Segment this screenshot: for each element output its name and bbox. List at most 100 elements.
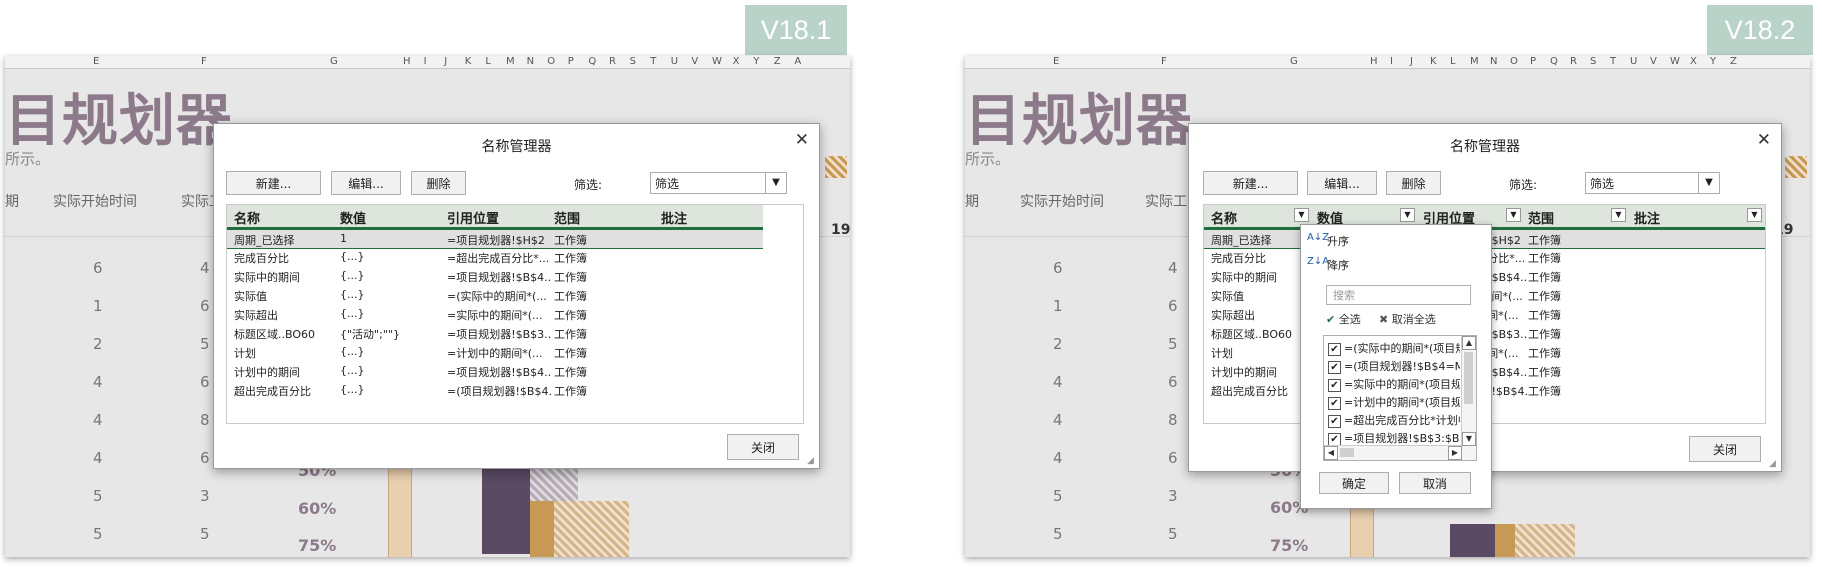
search-input[interactable]: 搜索 — [1326, 285, 1471, 305]
column-letter[interactable]: T — [1610, 56, 1616, 68]
column-letter[interactable]: Y — [753, 56, 759, 68]
column-letter[interactable]: N — [527, 56, 534, 68]
col-ref-header[interactable]: 引用位置 — [447, 208, 499, 227]
name-row[interactable]: 周期_已选择 1 =项目规划器!$H$2 工作簿 — [227, 229, 763, 249]
checklist-item[interactable]: ✔=计划中的期间*(项目规划 — [1328, 394, 1460, 412]
column-letter[interactable]: V — [691, 56, 698, 68]
checkbox-checked-icon[interactable]: ✔ — [1328, 414, 1341, 428]
col-scope-header[interactable]: 范围 — [1528, 208, 1554, 227]
column-letter[interactable]: U — [671, 56, 678, 68]
cell-value[interactable]: 6 — [1168, 449, 1178, 467]
horizontal-scrollbar[interactable]: ◀ ▶ — [1324, 445, 1462, 460]
column-letter[interactable]: X — [733, 56, 740, 68]
resize-grip-icon[interactable]: ◢ — [1769, 459, 1779, 469]
scroll-thumb[interactable] — [1464, 352, 1473, 404]
column-letter[interactable]: E — [93, 56, 99, 68]
name-row[interactable]: 计划中的期间 {...} =项目规划器!$B$4...工作簿 — [227, 362, 803, 380]
checkbox-checked-icon[interactable]: ✔ — [1328, 342, 1341, 356]
cell-value[interactable]: 5 — [93, 525, 103, 543]
column-letter[interactable]: M — [1470, 56, 1479, 68]
names-list[interactable]: 名称 数值 引用位置 范围 批注 周期_已选择 1 =项目规划器!$H$2 工作簿 完成… — [226, 204, 804, 424]
cell-value[interactable]: 6 — [93, 259, 103, 277]
filter-arrow-icon[interactable]: ▼ — [1294, 208, 1309, 222]
scroll-right-icon[interactable]: ▶ — [1448, 446, 1462, 460]
column-letter[interactable]: H — [403, 56, 411, 68]
column-letter[interactable]: U — [1630, 56, 1637, 68]
column-letter[interactable]: I — [1390, 56, 1393, 68]
cell-value[interactable]: 3 — [200, 487, 210, 505]
name-row[interactable]: 计划 {...} =计划中的期间*(... 工作簿 — [227, 343, 803, 361]
cell-value[interactable]: 4 — [1053, 449, 1063, 467]
column-letter[interactable]: F — [1161, 56, 1167, 68]
column-letter[interactable]: N — [1490, 56, 1497, 68]
delete-button[interactable]: 删除 — [1386, 171, 1441, 195]
column-letter[interactable]: Y — [1710, 56, 1716, 68]
column-letter[interactable]: Q — [1550, 56, 1558, 68]
column-letter[interactable]: T — [650, 56, 656, 68]
cell-value[interactable]: 4 — [200, 259, 210, 277]
filter-arrow-icon[interactable]: ▼ — [1506, 208, 1521, 222]
cell-value[interactable]: 5 — [1168, 525, 1178, 543]
filter-select[interactable]: 筛选 ▼ — [650, 172, 787, 194]
column-letter[interactable]: Z — [1730, 56, 1737, 68]
column-letter[interactable]: W — [712, 56, 722, 68]
column-letter[interactable]: E — [1053, 56, 1059, 68]
column-letter[interactable]: O — [1510, 56, 1518, 68]
column-letter[interactable]: V — [1650, 56, 1657, 68]
column-letter[interactable]: G — [1290, 56, 1298, 68]
cell-value[interactable]: 6 — [1053, 259, 1063, 277]
column-letter[interactable]: X — [1690, 56, 1697, 68]
cell-value[interactable]: 6 — [1168, 373, 1178, 391]
checkbox-checked-icon[interactable]: ✔ — [1328, 432, 1341, 446]
col-comment-header[interactable]: 批注 — [1634, 208, 1660, 227]
cell-value[interactable]: 2 — [1053, 335, 1063, 353]
cell-value[interactable]: 6 — [200, 449, 210, 467]
value-checklist[interactable]: ✔=(实际中的期间*(项目规划✔=(项目规划器!$B$4=MEDIA✔=实际中的… — [1323, 335, 1477, 461]
cell-value[interactable]: 5 — [1053, 525, 1063, 543]
cell-value[interactable]: 5 — [200, 525, 210, 543]
cell-value[interactable]: 4 — [93, 373, 103, 391]
name-row[interactable]: 实际值 {...} =(实际中的期间*(... 工作簿 — [227, 286, 803, 304]
resize-grip-icon[interactable]: ◢ — [807, 456, 817, 466]
name-row[interactable]: 实际超出 {...} =实际中的期间*(... 工作簿 — [227, 305, 803, 323]
cell-value[interactable]: 4 — [93, 449, 103, 467]
column-letter[interactable]: Q — [588, 56, 596, 68]
name-row[interactable]: 标题区域..BO60 {"活动";""} =项目规划器!$B$3...工作簿 — [227, 324, 803, 342]
filter-arrow-icon[interactable]: ▼ — [1747, 208, 1762, 222]
cell-value[interactable]: 4 — [1053, 373, 1063, 391]
col-comment-header[interactable]: 批注 — [661, 208, 687, 227]
name-row[interactable]: 实际中的期间 {...} =项目规划器!$B$4...工作簿 — [227, 267, 803, 285]
cell-value[interactable]: 4 — [1053, 411, 1063, 429]
ok-button[interactable]: 确定 — [1319, 472, 1389, 494]
checklist-item[interactable]: ✔=(实际中的期间*(项目规划 — [1328, 340, 1460, 358]
new-button[interactable]: 新建... — [1203, 171, 1298, 195]
sort-descending-item[interactable]: Z↓A 降序 — [1301, 253, 1491, 275]
checklist-item[interactable]: ✔=超出完成百分比*计划中的 — [1328, 412, 1460, 430]
cell-value[interactable]: 4 — [93, 411, 103, 429]
delete-button[interactable]: 删除 — [411, 171, 466, 195]
column-letter[interactable]: L — [1450, 56, 1456, 68]
filter-arrow-icon[interactable]: ▼ — [1611, 208, 1626, 222]
scroll-up-icon[interactable]: ▲ — [1462, 336, 1476, 350]
filter-select[interactable]: 筛选 ▼ — [1585, 172, 1720, 194]
cell-value[interactable]: 6 — [1168, 297, 1178, 315]
column-letter[interactable]: O — [547, 56, 555, 68]
cell-value[interactable]: 3 — [1168, 487, 1178, 505]
column-letter[interactable]: J — [1410, 56, 1413, 68]
edit-button[interactable]: 编辑... — [1307, 171, 1377, 195]
checkbox-checked-icon[interactable]: ✔ — [1328, 396, 1341, 410]
cell-value[interactable]: 6 — [200, 373, 210, 391]
cell-value[interactable]: 5 — [1168, 335, 1178, 353]
col-scope-header[interactable]: 范围 — [554, 208, 580, 227]
checklist-item[interactable]: ✔=(项目规划器!$B$4=MEDIA — [1328, 358, 1460, 376]
new-button[interactable]: 新建... — [226, 171, 321, 195]
cell-value[interactable]: 8 — [1168, 411, 1178, 429]
col-name-header[interactable]: 名称 — [1211, 208, 1237, 227]
column-letter[interactable]: J — [444, 56, 447, 68]
column-letter[interactable]: P — [568, 56, 574, 68]
column-letter[interactable]: I — [424, 56, 427, 68]
column-letter[interactable]: S — [630, 56, 636, 68]
scroll-down-icon[interactable]: ▼ — [1462, 432, 1476, 446]
column-letter[interactable]: A — [794, 56, 801, 68]
filter-arrow-icon[interactable]: ▼ — [1400, 208, 1415, 222]
